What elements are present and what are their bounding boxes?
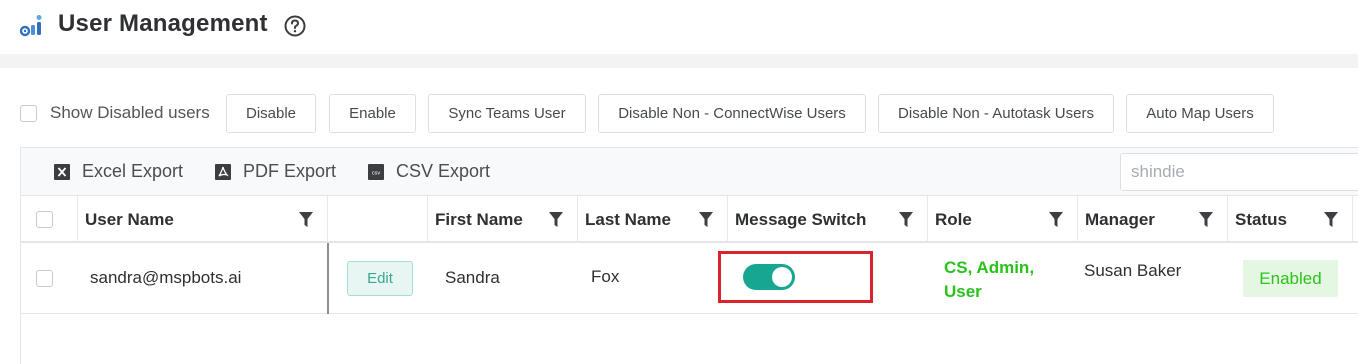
- select-all-header: [21, 196, 78, 243]
- column-label: Last Name: [585, 209, 671, 229]
- csv-export-label: CSV Export: [396, 161, 491, 181]
- column-first-name[interactable]: First Name: [428, 196, 578, 243]
- select-all-checkbox[interactable]: [36, 211, 53, 228]
- grid-toolbar: Excel Export PDF Export csv CSV Export: [21, 148, 1358, 196]
- header-divider-band: [0, 54, 1358, 68]
- column-user-name[interactable]: User Name: [78, 196, 328, 243]
- pdf-export-button[interactable]: PDF Export: [215, 161, 336, 182]
- user-name-cell: sandra@mspbots.ai: [90, 268, 242, 287]
- pdf-export-label: PDF Export: [243, 161, 337, 181]
- show-disabled-checkbox[interactable]: [20, 105, 37, 122]
- row-select-checkbox[interactable]: [36, 270, 53, 287]
- manager-cell: Susan Baker: [1084, 261, 1182, 280]
- disable-non-autotask-button[interactable]: Disable Non - Autotask Users: [878, 94, 1114, 133]
- excel-export-label: Excel Export: [82, 161, 184, 181]
- message-switch-toggle[interactable]: [743, 264, 795, 290]
- column-last-name[interactable]: Last Name: [578, 196, 728, 243]
- sync-teams-user-button[interactable]: Sync Teams User: [428, 94, 586, 133]
- filter-icon[interactable]: [899, 212, 913, 227]
- column-status[interactable]: Status: [1228, 196, 1353, 243]
- pdf-icon: [215, 163, 231, 180]
- table-row: sandra@mspbots.ai Edit Sandra Fox CS, Ad…: [21, 243, 1358, 314]
- column-message-switch[interactable]: Message Switch: [728, 196, 928, 243]
- excel-icon: [54, 163, 70, 180]
- edit-button[interactable]: Edit: [347, 261, 413, 296]
- status-badge: Enabled: [1243, 260, 1338, 297]
- column-divider: [327, 243, 329, 314]
- column-manager[interactable]: Manager: [1078, 196, 1228, 243]
- action-toolbar: Show Disabled users Disable Enable Sync …: [0, 94, 1358, 134]
- last-name-cell: Fox: [591, 267, 620, 286]
- table-header: User Name First Name Last Name Message S…: [21, 196, 1358, 243]
- filter-icon[interactable]: [1049, 212, 1063, 227]
- column-label: Message Switch: [735, 209, 867, 229]
- enable-button[interactable]: Enable: [329, 94, 416, 133]
- column-label: Manager: [1085, 209, 1155, 229]
- disable-non-connectwise-button[interactable]: Disable Non - ConnectWise Users: [598, 94, 866, 133]
- column-role[interactable]: Role: [928, 196, 1078, 243]
- filter-icon[interactable]: [699, 212, 713, 227]
- excel-export-button[interactable]: Excel Export: [54, 161, 183, 182]
- page-title: User Management: [58, 10, 268, 37]
- first-name-cell: Sandra: [445, 268, 500, 287]
- disable-button[interactable]: Disable: [226, 94, 316, 133]
- filter-icon[interactable]: [549, 212, 563, 227]
- gear-bars-logo-icon: [19, 14, 47, 38]
- svg-text:csv: csv: [372, 170, 381, 176]
- column-label: Status: [1235, 209, 1287, 229]
- column-actions: [328, 196, 428, 243]
- csv-icon: csv: [368, 163, 384, 180]
- filter-icon[interactable]: [1324, 212, 1338, 227]
- role-cell: CS, Admin, User: [944, 258, 1035, 301]
- column-label: Role: [935, 209, 972, 229]
- auto-map-users-button[interactable]: Auto Map Users: [1126, 94, 1274, 133]
- csv-export-button[interactable]: csv CSV Export: [368, 161, 490, 182]
- users-grid: Excel Export PDF Export csv CSV Export U…: [20, 147, 1358, 364]
- toggle-knob: [772, 267, 792, 287]
- column-label: User Name: [85, 209, 174, 229]
- filter-icon[interactable]: [299, 212, 313, 227]
- page-header: User Management: [0, 0, 1358, 54]
- search-input[interactable]: [1120, 153, 1358, 191]
- question-circle-icon[interactable]: [284, 15, 306, 37]
- filter-icon[interactable]: [1199, 212, 1213, 227]
- column-label: First Name: [435, 209, 523, 229]
- highlight-annotation: [718, 251, 873, 303]
- show-disabled-label: Show Disabled users: [50, 103, 210, 122]
